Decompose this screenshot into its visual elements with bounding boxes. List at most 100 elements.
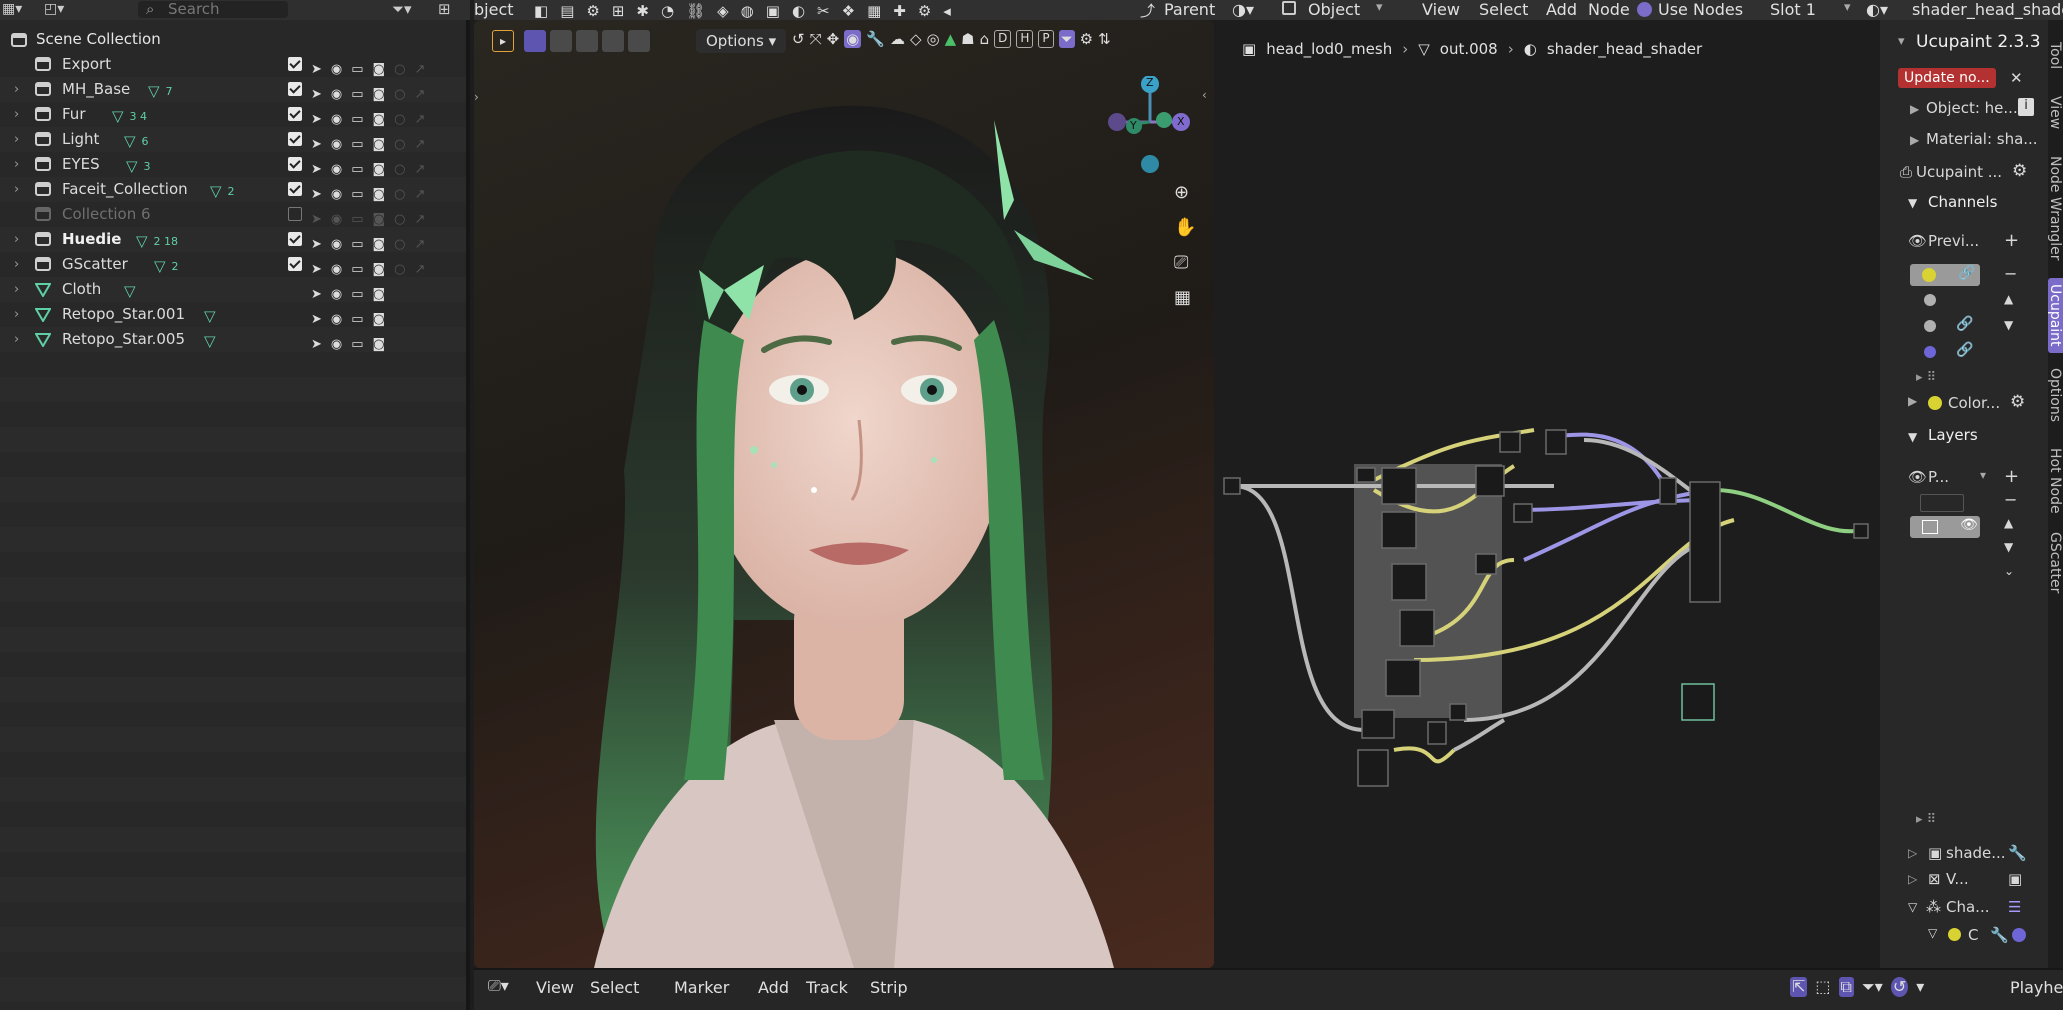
exclude-checkbox[interactable] [288, 257, 302, 271]
sphere-icon[interactable]: ◎ [927, 30, 940, 48]
options-dropdown[interactable]: Options ▾ [696, 29, 787, 53]
channel-color-row-selected[interactable]: 🔗 [1910, 264, 1980, 286]
channels-collapse-icon[interactable]: ▼ [1908, 196, 1917, 210]
select-new-icon[interactable] [524, 30, 546, 52]
parent-menu[interactable]: Parent [1164, 0, 1215, 19]
gear-icon[interactable]: ⚙ [1080, 30, 1093, 48]
exclude-checkbox[interactable] [288, 107, 302, 121]
tab-gscatter[interactable]: GScatter [2047, 532, 2063, 593]
outliner-row[interactable]: › Light ▽ 6 ➤ ◉ ▭ ◙ ○ ↗ [0, 127, 466, 152]
tab-view[interactable]: View [2047, 96, 2063, 129]
tab-options[interactable]: Options [2047, 368, 2063, 422]
material-name-field[interactable]: shader_head_shader [1912, 0, 2063, 19]
child-count-badge[interactable]: ▽ 2 [210, 179, 235, 204]
expand-chevron-icon[interactable]: › [14, 77, 19, 102]
child-count-badge[interactable]: ▽ 2 [154, 254, 179, 279]
cha-stack-icon[interactable]: ☰ [2008, 898, 2021, 916]
eye-icon[interactable]: 👁 [1908, 232, 1927, 250]
shade-wrench-icon[interactable]: 🔧 [2008, 844, 2027, 862]
sort-icon[interactable]: ⇅ [1098, 30, 1111, 48]
settings-icon[interactable]: ⚙ [918, 2, 931, 20]
layer-move-down-icon[interactable]: ▼ [2004, 540, 2013, 554]
object-expand-icon[interactable]: ▶ [1910, 102, 1919, 116]
seq-snap-chevron-icon[interactable]: ▾ [1916, 977, 1924, 997]
expand-chevron-icon[interactable]: › [14, 152, 19, 177]
world-icon[interactable]: ◐ [792, 2, 805, 20]
lasso-icon[interactable]: ↺ [792, 30, 805, 48]
letter-p-button[interactable]: P [1038, 30, 1054, 48]
material-sphere-icon[interactable]: ◐▾ [1866, 0, 1888, 19]
link-icon[interactable]: 🔗 [1956, 316, 1973, 332]
child-count-badge[interactable]: ▽ 3 [126, 154, 151, 179]
mesh-icon[interactable]: ◧ [534, 2, 548, 20]
add-layer-icon[interactable]: + [2004, 466, 2019, 487]
seq-box-select-icon[interactable]: ⬚ [1815, 977, 1830, 997]
particles-icon[interactable]: ✱ [636, 2, 649, 20]
search-input[interactable]: ⌕ Search [138, 1, 288, 18]
child-count-badge[interactable]: ▽ 3 4 [112, 104, 147, 129]
cha-collapse-icon[interactable]: ▽ [1908, 900, 1917, 914]
node-menu[interactable]: Node [1588, 0, 1630, 19]
select-invert-icon[interactable] [602, 30, 624, 52]
tab-node-wrangler[interactable]: Node Wrangler [2047, 156, 2063, 261]
modifier-icon[interactable]: ⚙ [586, 2, 599, 20]
data-icon[interactable]: ◈ [717, 2, 729, 20]
output-icon[interactable]: ❖ [842, 2, 855, 20]
c-wrench-icon[interactable]: 🔧 [1990, 926, 2009, 944]
lock-icon[interactable]: ⌂ [980, 30, 990, 48]
outliner-row[interactable]: › EYES ▽ 3 ➤ ◉ ▭ ◙ ○ ↗ [0, 152, 466, 177]
expand-chevron-icon[interactable]: › [14, 302, 19, 327]
tab-tool[interactable]: Tool [2047, 42, 2063, 69]
mode-dropdown[interactable]: Object [1308, 0, 1360, 19]
object-menu[interactable]: bject [474, 0, 514, 19]
seq-add-menu[interactable]: Add [758, 978, 789, 997]
child-count-badge[interactable]: ▽ [204, 329, 216, 354]
scene-icon[interactable]: ✚ [893, 2, 906, 20]
grid-icon[interactable]: ▦ [1174, 287, 1196, 308]
constraint-icon[interactable]: ⛓ [686, 2, 705, 20]
tree-green-icon[interactable]: ▲ [945, 30, 957, 48]
c-collapse-icon[interactable]: ▽ [1928, 926, 1937, 940]
node-editor[interactable]: ▣ head_lod0_mesh › ▽ out.008 › ◐ shader_… [1214, 20, 1904, 968]
remove-layer-icon[interactable]: − [2004, 490, 2017, 509]
zoom-icon[interactable]: ⊕ [1174, 182, 1196, 203]
child-count-badge[interactable]: ▽ 2 18 [136, 229, 178, 254]
ucupaint-settings-gear-icon[interactable]: ⚙ [2012, 161, 2027, 181]
use-nodes-toggle[interactable] [1637, 2, 1652, 17]
scene-collection-row[interactable]: Scene Collection [0, 27, 466, 52]
cube-icon[interactable]: ◇ [910, 30, 922, 48]
add-menu[interactable]: Add [1546, 0, 1577, 19]
seq-track-menu[interactable]: Track [806, 978, 848, 997]
slot-dropdown[interactable]: Slot 1 [1770, 0, 1816, 19]
filter-funnel-icon[interactable]: ⏷ [1058, 30, 1075, 48]
add-channel-icon[interactable]: + [2004, 230, 2019, 251]
filter-icon[interactable]: ⏷▾ [392, 0, 412, 18]
ghost-icon[interactable]: ☗ [961, 30, 974, 48]
cloud-icon[interactable]: ☁ [890, 30, 905, 48]
exclude-checkbox[interactable] [288, 207, 302, 221]
view-layer-icon[interactable]: ▦ [867, 2, 881, 20]
pivot-icon[interactable]: ⤧ [810, 30, 822, 48]
seq-select-menu[interactable]: Select [590, 978, 639, 997]
render-icon[interactable]: ✂ [817, 2, 830, 20]
exclude-checkbox[interactable] [288, 132, 302, 146]
outliner-row[interactable]: › MH_Base ▽ 7 ➤ ◉ ▭ ◙ ○ ↗ [0, 77, 466, 102]
info-icon[interactable]: i [2018, 98, 2034, 116]
select-tool-icon[interactable]: ▸ [492, 30, 514, 52]
c-purple-dot-icon[interactable] [2012, 928, 2026, 942]
navigation-gizmo[interactable]: Z Y X [1100, 76, 1200, 186]
move-down-icon[interactable]: ▼ [2004, 318, 2013, 332]
layer-move-up-icon[interactable]: ▲ [2004, 516, 2013, 530]
exclude-checkbox[interactable] [288, 157, 302, 171]
material-icon[interactable]: ◍ [741, 2, 754, 20]
select-extend-icon[interactable] [550, 30, 572, 52]
letter-d-button[interactable]: D [994, 30, 1012, 48]
child-count-badge[interactable]: ▽ [204, 304, 216, 329]
v-image-icon[interactable]: ▣ [2008, 870, 2022, 888]
tab-hot-node[interactable]: Hot Node [2047, 448, 2063, 514]
v-expand-icon[interactable]: ▷ [1908, 872, 1917, 886]
toolbar-expand-icon[interactable]: › [474, 90, 479, 104]
outliner-row[interactable]: › GScatter ▽ 2 ➤ ◉ ▭ ◙ ○ ↗ [0, 252, 466, 277]
outliner-row[interactable]: › Retopo_Star.001 ▽ ➤ ◉ ▭ ◙ [0, 302, 466, 327]
exclude-checkbox[interactable] [288, 182, 302, 196]
